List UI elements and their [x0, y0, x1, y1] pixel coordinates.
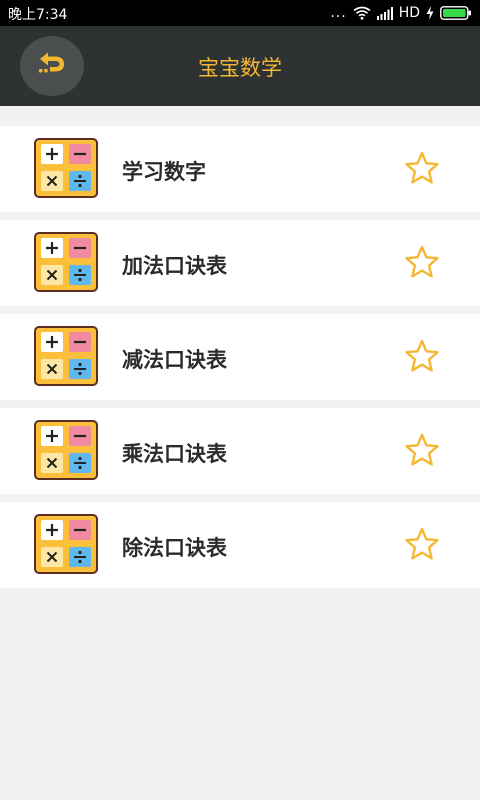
list-item-subtraction-table[interactable]: 减法口诀表 — [0, 314, 480, 400]
list-item-label: 加法口诀表 — [122, 254, 227, 278]
star-outline-icon[interactable] — [404, 527, 440, 561]
star-outline-icon[interactable] — [404, 151, 440, 185]
wifi-icon — [353, 6, 371, 20]
status-bar: 晚上7:34 ... HD — [0, 0, 480, 26]
status-dots: ... — [330, 5, 347, 21]
math-operators-icon — [34, 326, 98, 386]
list-item-label: 除法口诀表 — [122, 536, 227, 560]
list-item-label: 乘法口诀表 — [122, 442, 227, 466]
star-outline-icon[interactable] — [404, 433, 440, 467]
status-icons: ... HD — [330, 2, 472, 24]
list-item-learn-numbers[interactable]: 学习数字 — [0, 126, 480, 212]
battery-icon — [440, 6, 472, 20]
math-operators-icon — [34, 138, 98, 198]
app-bar: 宝宝数学 — [0, 26, 480, 106]
charging-icon — [426, 6, 434, 20]
status-time: 晚上7:34 — [8, 7, 68, 23]
list-item-multiplication-table[interactable]: 乘法口诀表 — [0, 408, 480, 494]
signal-icon — [376, 6, 393, 20]
math-operators-icon — [34, 232, 98, 292]
list-item-division-table[interactable]: 除法口诀表 — [0, 502, 480, 588]
page-title: 宝宝数学 — [198, 56, 282, 80]
star-outline-icon[interactable] — [404, 245, 440, 279]
list-item-label: 学习数字 — [122, 160, 206, 184]
network-type: HD — [398, 5, 420, 21]
list-item-label: 减法口诀表 — [122, 348, 227, 372]
list-item-addition-table[interactable]: 加法口诀表 — [0, 220, 480, 306]
star-outline-icon[interactable] — [404, 339, 440, 373]
math-operators-icon — [34, 514, 98, 574]
math-operators-icon — [34, 420, 98, 480]
